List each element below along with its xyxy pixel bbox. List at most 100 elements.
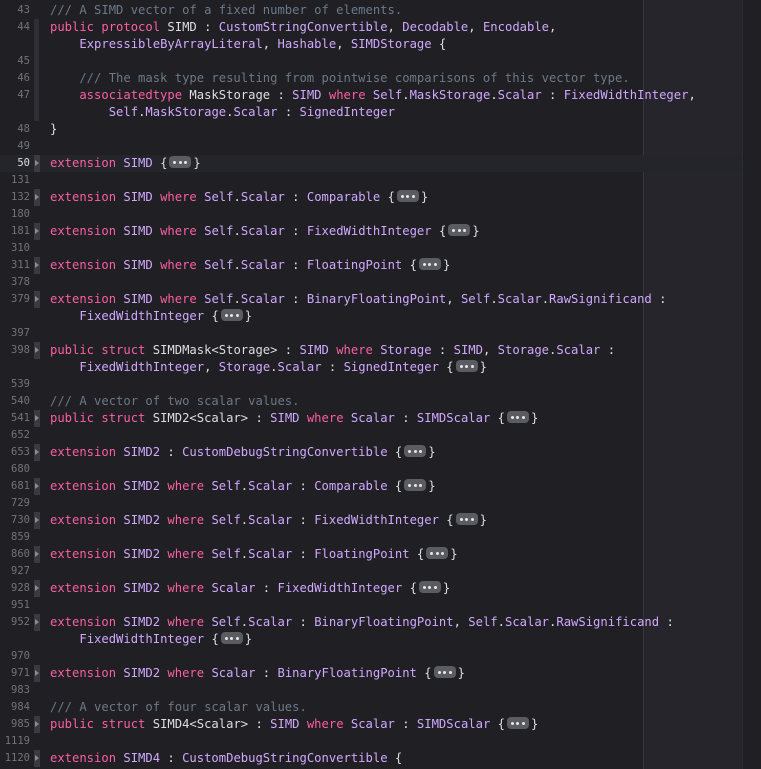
code-line[interactable]: 47 associatedtype MaskStorage : SIMD whe… [0,87,742,104]
folded-code-ellipsis-icon[interactable] [220,632,243,644]
code-text[interactable]: /// A SIMD vector of a fixed number of e… [50,2,402,19]
code-text[interactable]: public protocol SIMD : CustomStringConve… [50,19,556,36]
code-line[interactable]: 132 extension SIMD where Self.Scalar : Co… [0,189,742,206]
code-text[interactable]: extension SIMD2 where Self.Scalar : Comp… [50,478,436,495]
fold-ribbon-toggle[interactable] [34,665,40,682]
fold-ribbon-toggle[interactable] [34,155,40,172]
code-line[interactable]: 181 extension SIMD where Self.Scalar : Fi… [0,223,742,240]
fold-ribbon-toggle[interactable] [34,342,40,359]
fold-ribbon-toggle[interactable] [34,223,40,240]
line-number[interactable]: 860 [0,546,30,563]
fold-ribbon-toggle[interactable] [34,410,40,427]
fold-ribbon-toggle[interactable] [34,478,40,495]
folded-code-ellipsis-icon[interactable] [418,581,441,593]
code-line[interactable]: 680 [0,461,742,478]
folded-code-ellipsis-icon[interactable] [169,156,192,168]
code-line[interactable]: 952 extension SIMD2 where Self.Scalar : B… [0,614,742,631]
line-number[interactable]: 310 [0,240,30,257]
code-line[interactable]: 379 extension SIMD where Self.Scalar : Bi… [0,291,742,308]
code-line[interactable]: 729 [0,495,742,512]
line-number[interactable]: 379 [0,291,30,308]
code-text[interactable]: extension SIMD2 where Scalar : BinaryFlo… [50,665,465,682]
line-number[interactable]: 729 [0,495,30,512]
code-text[interactable]: extension SIMD4 : CustomDebugStringConve… [50,750,402,767]
code-text[interactable]: extension SIMD where Self.Scalar : Fixed… [50,223,480,240]
code-text[interactable]: extension SIMD where Self.Scalar : Binar… [50,291,666,308]
code-line[interactable]: 398 public struct SIMDMask<Storage> : SIM… [0,342,742,359]
code-line[interactable]: 49 [0,138,742,155]
line-number[interactable]: 540 [0,393,30,410]
code-line[interactable]: 983 [0,682,742,699]
code-text[interactable]: extension SIMD2 where Self.Scalar : Floa… [50,546,458,563]
line-number[interactable]: 653 [0,444,30,461]
folded-code-ellipsis-icon[interactable] [448,224,471,236]
line-number[interactable]: 1120 [0,750,30,767]
line-number[interactable]: 48 [0,121,30,138]
line-number[interactable]: 730 [0,512,30,529]
code-line[interactable]: 378 [0,274,742,291]
code-line[interactable]: 539 [0,376,742,393]
line-number[interactable]: 378 [0,274,30,291]
code-text[interactable]: extension SIMD2 where Self.Scalar : Bina… [50,614,674,631]
code-line[interactable]: 44 public protocol SIMD : CustomStringCon… [0,19,742,36]
folded-code-ellipsis-icon[interactable] [455,513,478,525]
code-text[interactable]: /// A vector of four scalar values. [50,699,307,716]
code-line[interactable]: 1119 [0,733,742,750]
code-line[interactable]: 540 /// A vector of two scalar values. [0,393,742,410]
code-line[interactable]: 928 extension SIMD2 where Scalar : FixedW… [0,580,742,597]
code-text[interactable]: } [50,121,57,138]
line-number[interactable]: 132 [0,189,30,206]
line-number[interactable]: 131 [0,172,30,189]
line-number[interactable]: 539 [0,376,30,393]
code-line[interactable]: 730 extension SIMD2 where Self.Scalar : F… [0,512,742,529]
line-number[interactable]: 984 [0,699,30,716]
line-number[interactable]: 398 [0,342,30,359]
code-line[interactable]: 131 [0,172,742,189]
code-text[interactable]: extension SIMD where Self.Scalar : Float… [50,257,450,274]
fold-ribbon-toggle[interactable] [34,444,40,461]
code-line[interactable]: 180 [0,206,742,223]
code-line[interactable]: FixedWidthInteger {} [0,631,742,648]
code-line[interactable]: FixedWidthInteger, Storage.Scalar : Sign… [0,359,742,376]
folded-code-ellipsis-icon[interactable] [455,360,478,372]
vertical-scrollbar[interactable] [742,0,761,769]
line-number[interactable]: 47 [0,87,30,104]
code-text[interactable]: associatedtype MaskStorage : SIMD where … [50,87,695,104]
code-line[interactable]: 859 [0,529,742,546]
folded-code-ellipsis-icon[interactable] [506,411,529,423]
code-line[interactable]: 48} [0,121,742,138]
code-line[interactable]: 971 extension SIMD2 where Scalar : Binary… [0,665,742,682]
folded-code-ellipsis-icon[interactable] [418,258,441,270]
code-text[interactable]: extension SIMD {} [50,155,201,172]
code-line[interactable]: 50 extension SIMD {} [0,155,742,172]
folded-code-ellipsis-icon[interactable] [396,190,419,202]
code-line[interactable]: Self.MaskStorage.Scalar : SignedInteger [0,104,742,121]
line-number[interactable]: 680 [0,461,30,478]
fold-ribbon-toggle[interactable] [34,546,40,563]
code-line[interactable]: 860 extension SIMD2 where Self.Scalar : F… [0,546,742,563]
line-number[interactable]: 970 [0,648,30,665]
line-number[interactable]: 181 [0,223,30,240]
code-text[interactable]: FixedWidthInteger {} [50,308,252,325]
code-line[interactable]: 541 public struct SIMD2<Scalar> : SIMD wh… [0,410,742,427]
folded-code-ellipsis-icon[interactable] [220,309,243,321]
code-line[interactable]: ExpressibleByArrayLiteral, Hashable, SIM… [0,36,742,53]
code-text[interactable]: public struct SIMD4<Scalar> : SIMD where… [50,716,538,733]
code-line[interactable]: 45 [0,53,742,70]
fold-ribbon-toggle[interactable] [34,291,40,308]
code-line[interactable]: 652 [0,427,742,444]
code-text[interactable]: public struct SIMD2<Scalar> : SIMD where… [50,410,538,427]
line-number[interactable]: 44 [0,19,30,36]
line-number[interactable]: 927 [0,563,30,580]
line-number[interactable]: 971 [0,665,30,682]
line-number[interactable]: 859 [0,529,30,546]
line-number[interactable]: 49 [0,138,30,155]
code-line[interactable]: 397 [0,325,742,342]
code-line[interactable]: 310 [0,240,742,257]
code-line[interactable]: 43 /// A SIMD vector of a fixed number of… [0,2,742,19]
code-text[interactable]: extension SIMD2 where Self.Scalar : Fixe… [50,512,487,529]
folded-code-ellipsis-icon[interactable] [426,547,449,559]
code-text[interactable]: /// The mask type resulting from pointwi… [50,70,629,87]
line-number[interactable]: 928 [0,580,30,597]
fold-ribbon-toggle[interactable] [34,189,40,206]
